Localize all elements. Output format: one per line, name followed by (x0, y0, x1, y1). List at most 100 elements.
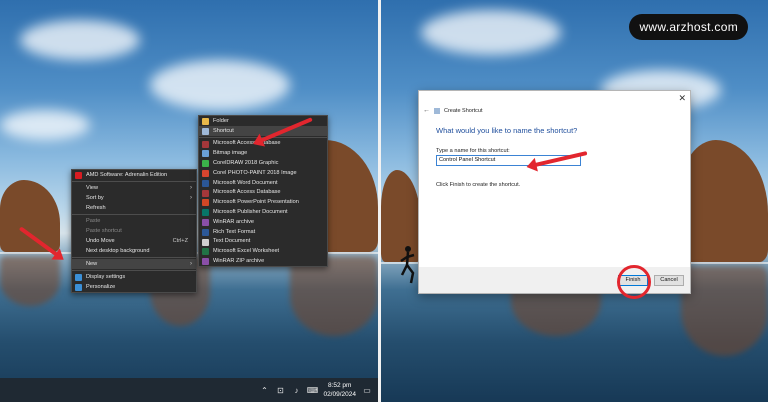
context-menu-label: AMD Software: Adrenalin Edition (86, 172, 168, 178)
volume-icon[interactable]: ♪ (291, 385, 301, 395)
clock-date: 02/09/2024 (323, 391, 356, 398)
new-submenu-label: Microsoft Access Database (213, 189, 281, 196)
new-submenu-label: WinRAR archive (213, 218, 255, 225)
cancel-button[interactable]: Cancel (654, 274, 684, 286)
dialog-hint: Click Finish to create the shortcut. (436, 182, 521, 188)
new-submenu-item[interactable]: CorelDRAW 2018 Graphic (199, 158, 327, 168)
menu-separator (72, 257, 196, 258)
cloud (421, 10, 561, 55)
context-menu-label: Paste (86, 218, 101, 224)
chevron-right-icon: › (190, 195, 192, 201)
context-menu-item[interactable]: Display settings (72, 272, 196, 282)
new-submenu-label: Corel PHOTO-PAINT 2018 Image (213, 169, 297, 176)
context-menu-label: Undo Move (86, 238, 115, 244)
clock-time: 8:52 pm (327, 382, 352, 389)
cloud (150, 60, 290, 110)
shortcut-icon (202, 127, 209, 135)
excel-icon (202, 248, 209, 256)
new-submenu-item[interactable]: Microsoft Access Database (199, 188, 327, 198)
context-menu-item[interactable]: New › (72, 259, 196, 269)
dialog-title: Create Shortcut (444, 107, 483, 114)
dialog-question: What would you like to name the shortcut… (436, 126, 578, 135)
access-icon (202, 189, 209, 197)
winrar-icon (202, 218, 209, 226)
publisher-icon (202, 209, 209, 217)
chevron-right-icon: › (190, 185, 192, 191)
new-submenu-item[interactable]: Microsoft Publisher Document (199, 207, 327, 217)
new-submenu-item[interactable]: Bitmap image (199, 148, 327, 158)
context-menu-item[interactable]: Paste shortcut (72, 226, 196, 236)
network-icon[interactable]: ⊡ (275, 385, 285, 395)
new-submenu-item[interactable]: Microsoft PowerPoint Presentation (199, 197, 327, 207)
new-submenu-label: Microsoft Access Database (213, 140, 281, 147)
new-submenu-label: WinRAR ZIP archive (213, 258, 265, 265)
new-submenu-item[interactable]: Rich Text Format (199, 227, 327, 237)
chevron-right-icon: › (190, 261, 192, 267)
taskbar-clock[interactable]: 8:52 pm 02/09/2024 (323, 381, 356, 399)
language-icon[interactable]: ⌨ (307, 385, 319, 395)
context-menu-item[interactable]: Refresh (72, 203, 196, 213)
context-menu-label: Next desktop background (86, 248, 150, 254)
new-submenu-item[interactable]: Shortcut (199, 125, 327, 136)
dialog-header: ← Create Shortcut (419, 91, 690, 114)
new-submenu-label: Microsoft Word Document (213, 179, 278, 186)
cloud (0, 110, 90, 140)
context-menu-item[interactable]: Undo Move Ctrl+Z (72, 236, 196, 246)
new-submenu-item[interactable]: WinRAR archive (199, 217, 327, 227)
close-icon[interactable]: ✕ (678, 93, 686, 104)
access-icon (202, 140, 209, 148)
coreldraw-icon (202, 160, 209, 168)
powerpoint-icon (202, 199, 209, 207)
left-desktop-panel: AMD Software: Adrenalin Edition View › Sort… (0, 0, 378, 402)
rock-reflection (290, 256, 378, 336)
photopaint-icon (202, 169, 209, 177)
create-shortcut-dialog: ✕ ← Create Shortcut What would you like … (418, 90, 691, 294)
context-menu-label: Display settings (86, 274, 126, 280)
new-submenu-item[interactable]: Corel PHOTO-PAINT 2018 Image (199, 168, 327, 178)
context-menu-label: View (86, 185, 99, 191)
context-menu-item[interactable]: Personalize (72, 282, 196, 292)
context-menu-label: Sort by (86, 195, 104, 201)
shortcut-wizard-icon (434, 107, 440, 114)
new-submenu-label: Shortcut (213, 127, 234, 134)
new-submenu-label: Text Document (213, 238, 251, 245)
context-menu-item[interactable]: AMD Software: Adrenalin Edition (72, 170, 196, 180)
winrar-zip-icon (202, 258, 209, 266)
new-submenu-item[interactable]: WinRAR ZIP archive (199, 256, 327, 266)
context-menu-label: Refresh (86, 205, 106, 211)
menu-separator (72, 270, 196, 271)
shortcut-key: Ctrl+Z (172, 238, 188, 244)
new-submenu-item[interactable]: Microsoft Excel Worksheet (199, 246, 327, 256)
screenshot-stage: AMD Software: Adrenalin Edition View › Sort… (0, 0, 768, 402)
context-menu-label: Paste shortcut (86, 228, 122, 234)
new-submenu-label: Bitmap image (213, 150, 248, 157)
new-submenu-label: Folder (213, 117, 229, 124)
taskbar: ⌃ ⊡ ♪ ⌨ 8:52 pm 02/09/2024 ▭ (0, 378, 378, 402)
bitmap-icon (202, 150, 209, 158)
new-submenu-item[interactable]: Text Document (199, 237, 327, 247)
new-submenu-label: Microsoft Excel Worksheet (213, 248, 280, 255)
runner-silhouette (400, 246, 415, 284)
chevron-up-icon[interactable]: ⌃ (259, 385, 269, 395)
context-menu-item[interactable]: View › (72, 183, 196, 193)
text-icon (202, 238, 209, 246)
annotation-ring (617, 265, 651, 299)
word-icon (202, 179, 209, 187)
display-icon (75, 274, 82, 281)
rock-reflection (0, 256, 60, 306)
cloud (20, 20, 140, 60)
name-field-label: Type a name for this shortcut: (436, 148, 510, 154)
personalize-icon (75, 284, 82, 291)
context-menu-item[interactable]: Sort by › (72, 193, 196, 203)
rock-reflection (681, 266, 768, 356)
context-menu-item[interactable]: Next desktop background (72, 246, 196, 256)
context-menu-item[interactable]: Paste (72, 216, 196, 226)
watermark-badge: www.arzhost.com (629, 14, 748, 40)
new-submenu-label: CorelDRAW 2018 Graphic (213, 160, 279, 167)
new-submenu-item[interactable]: Microsoft Word Document (199, 178, 327, 188)
notification-icon[interactable]: ▭ (362, 385, 372, 395)
menu-separator (72, 214, 196, 215)
back-arrow-icon[interactable]: ← (423, 107, 430, 114)
context-menu-label: New (86, 261, 98, 267)
folder-icon (202, 118, 209, 125)
